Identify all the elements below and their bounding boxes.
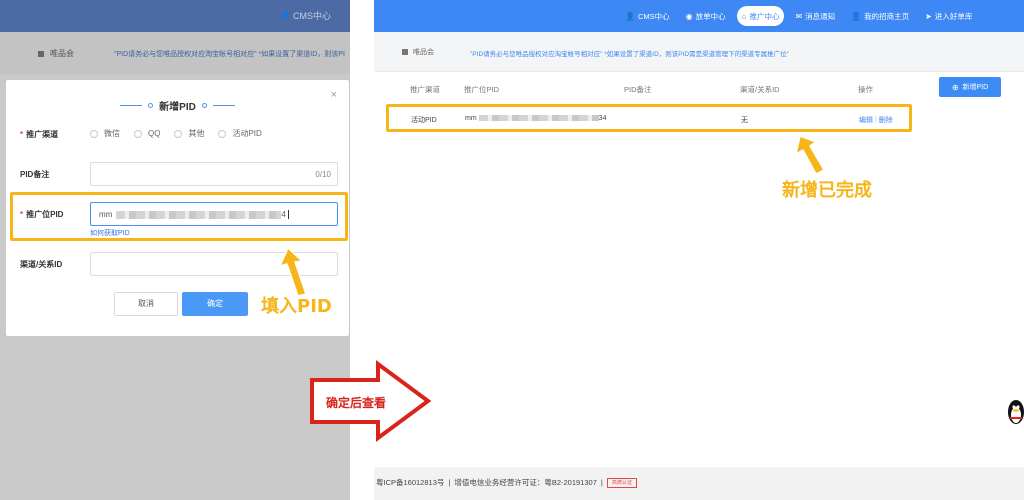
left-tab-vip[interactable]: 唯品会 bbox=[38, 48, 74, 59]
confirm-button[interactable]: 确定 bbox=[182, 292, 248, 316]
blurred-pid bbox=[478, 115, 599, 122]
top-nav: 👤 CMS中心 ◉ 放单中心 ⌂ 推广中心 ✉ 消息通知 👤 我的招商主页 ➤ … bbox=[620, 6, 977, 26]
cell-actions: 编辑 | 删除 bbox=[859, 115, 893, 125]
left-cms-label: CMS中心 bbox=[292, 11, 331, 21]
grid-icon bbox=[38, 50, 44, 57]
channel-label: * 推广渠道 bbox=[20, 130, 59, 139]
title-line-left bbox=[120, 105, 143, 106]
relation-label: 渠道/关系ID bbox=[20, 260, 63, 269]
radio-wechat[interactable]: 微信 bbox=[90, 128, 120, 139]
left-tab-label: 唯品会 bbox=[50, 49, 74, 58]
send-icon: ➤ bbox=[925, 11, 932, 21]
title-dot-left bbox=[148, 103, 154, 108]
right-topbar: 👤 CMS中心 ◉ 放单中心 ⌂ 推广中心 ✉ 消息通知 👤 我的招商主页 ➤ … bbox=[374, 0, 1024, 32]
nav-cms-center[interactable]: 👤 CMS中心 bbox=[620, 6, 675, 26]
plus-circle-icon: ⊕ bbox=[951, 82, 959, 92]
edit-link[interactable]: 编辑 bbox=[859, 117, 873, 124]
yellow-arrow-up-icon bbox=[279, 247, 307, 297]
title-dot-right bbox=[201, 103, 207, 108]
certification-badge[interactable]: 高德认证 bbox=[606, 477, 637, 488]
nav-order-center[interactable]: ◉ 放单中心 bbox=[681, 6, 731, 26]
radio-activity-pid[interactable]: 活动PID bbox=[218, 128, 262, 139]
table-header: 推广渠道 推广位PID PID备注 渠道/关系ID 操作 bbox=[374, 80, 1024, 98]
footer-text: 粤ICP备16012813号 | 增值电信业务经营许可证：粤B2-2019130… bbox=[376, 477, 637, 488]
qq-penguin-icon[interactable] bbox=[1004, 398, 1024, 426]
add-pid-button[interactable]: ⊕ 新增PID bbox=[939, 77, 1001, 97]
right-panel: 👤 CMS中心 ◉ 放单中心 ⌂ 推广中心 ✉ 消息通知 👤 我的招商主页 ➤ … bbox=[374, 0, 1024, 500]
modal-header: 新增PID bbox=[6, 98, 349, 113]
channel-radio-group: 微信 QQ 其他 活动PID bbox=[90, 128, 262, 139]
left-cms-link[interactable]: 👤 CMS中心 bbox=[280, 9, 331, 22]
radio-circle[interactable] bbox=[174, 129, 183, 138]
cancel-button[interactable]: 取消 bbox=[114, 292, 178, 316]
nav-messages[interactable]: ✉ 消息通知 bbox=[790, 6, 840, 26]
radio-circle[interactable] bbox=[134, 129, 142, 138]
col-actions: 操作 bbox=[858, 85, 873, 94]
fill-pid-annotation: 填入PID bbox=[261, 296, 332, 317]
telecom-license: 增值电信业务经营许可证：粤B2-20191307 bbox=[454, 478, 597, 487]
confirm-then-view-label: 确定后查看 bbox=[326, 396, 387, 410]
radio-other[interactable]: 其他 bbox=[174, 128, 204, 139]
col-relation: 渠道/关系ID bbox=[740, 85, 780, 94]
footer: 粤ICP备16012813号 | 增值电信业务经营许可证：粤B2-2019130… bbox=[374, 467, 1024, 500]
right-tab-vip[interactable]: 唯品会 bbox=[402, 47, 434, 57]
footer-separator: | bbox=[600, 478, 603, 487]
remark-counter: 0/10 bbox=[315, 170, 331, 179]
col-pid: 推广位PID bbox=[464, 85, 500, 94]
table-row: 活动PID mm 34 无 编辑 | 删除 bbox=[386, 104, 912, 132]
left-tabbar: 唯品会 "PID请务必与您唯品授权对应淘宝帐号相对应" *如果设置了渠道ID，则… bbox=[0, 32, 350, 74]
left-panel: 👤 CMS中心 唯品会 "PID请务必与您唯品授权对应淘宝帐号相对应" *如果设… bbox=[0, 0, 350, 500]
remark-label: PID备注 bbox=[20, 170, 50, 179]
footer-separator: | bbox=[448, 478, 451, 487]
radio-qq[interactable]: QQ bbox=[134, 128, 160, 139]
left-topbar: 👤 CMS中心 bbox=[0, 0, 350, 32]
right-notice: "PID请务必与您唯品授权对应淘宝帐号相对应" *如果设置了渠道ID，则该PID… bbox=[470, 51, 789, 58]
user-icon: 👤 bbox=[625, 11, 635, 21]
grid-icon bbox=[402, 49, 408, 55]
icp-number[interactable]: 粤ICP备16012813号 bbox=[376, 477, 444, 488]
title-line-right bbox=[212, 105, 235, 106]
cell-channel: 活动PID bbox=[411, 117, 437, 124]
nav-promotion-center[interactable]: ⌂ 推广中心 bbox=[736, 6, 785, 26]
channel-row: * 推广渠道 微信 QQ 其他 活动PID bbox=[6, 122, 349, 148]
user-icon: 👤 bbox=[280, 11, 290, 20]
user-icon: 👤 bbox=[851, 11, 862, 21]
remark-input[interactable]: 0/10 bbox=[90, 162, 338, 186]
col-remark: PID备注 bbox=[624, 85, 652, 94]
col-channel: 推广渠道 bbox=[410, 85, 440, 94]
pid-highlight-box bbox=[10, 192, 348, 241]
left-notice: "PID请务必与您唯品授权对应淘宝帐号相对应" *如果设置了渠道ID，则该PI bbox=[114, 51, 345, 58]
required-mark: * bbox=[20, 130, 24, 139]
mail-icon: ✉ bbox=[795, 11, 803, 21]
cell-pid: mm 34 bbox=[465, 115, 607, 122]
radio-circle[interactable] bbox=[90, 129, 98, 138]
right-tabbar: 唯品会 "PID请务必与您唯品授权对应淘宝帐号相对应" *如果设置了渠道ID，则… bbox=[374, 32, 1024, 72]
radio-circle[interactable] bbox=[218, 129, 227, 138]
coin-icon: ◉ bbox=[685, 11, 693, 21]
screenshot-root: 👤 CMS中心 唯品会 "PID请务必与您唯品授权对应淘宝帐号相对应" *如果设… bbox=[0, 0, 1024, 500]
close-icon[interactable]: × bbox=[331, 89, 337, 101]
cell-relation: 无 bbox=[741, 117, 748, 124]
left-dimmed-area bbox=[0, 340, 350, 500]
delete-link[interactable]: 删除 bbox=[879, 117, 893, 124]
modal-title: 新增PID bbox=[159, 102, 196, 113]
nav-merchant-home[interactable]: 👤 我的招商主页 bbox=[846, 6, 914, 26]
remark-row: PID备注 0/10 bbox=[6, 162, 349, 188]
yellow-arrow-up-icon bbox=[795, 135, 825, 175]
added-complete-annotation: 新增已完成 bbox=[782, 180, 872, 201]
home-icon: ⌂ bbox=[741, 11, 747, 21]
nav-enter-haodanku[interactable]: ➤ 进入好单库 bbox=[920, 6, 977, 26]
